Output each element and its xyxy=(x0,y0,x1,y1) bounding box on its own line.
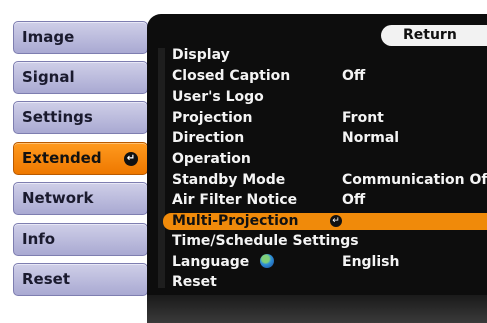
menu-item-multi-projection[interactable]: Multi-Projection xyxy=(163,213,487,230)
globe-icon xyxy=(260,254,274,268)
menu-item-label: Projection xyxy=(172,110,253,126)
menu-item-label: Language xyxy=(172,254,250,270)
menu-item-direction[interactable]: Direction xyxy=(163,130,487,147)
menu-item-label: Standby Mode xyxy=(172,172,286,188)
menu-item-label: Time/Schedule Settings xyxy=(172,233,359,249)
menu-item-label: Closed Caption xyxy=(172,68,291,84)
return-label: Return xyxy=(403,27,457,43)
menu-item-label: Air Filter Notice xyxy=(172,192,298,208)
menu-item-reset[interactable]: Reset xyxy=(163,274,487,291)
menu-item-label: Display xyxy=(172,47,230,63)
menu-item-value: Communication Off xyxy=(342,172,487,188)
return-button[interactable]: Return xyxy=(381,25,487,46)
tab-reset[interactable]: Reset xyxy=(13,263,148,296)
menu-item-value: Front xyxy=(342,110,384,126)
tab-info[interactable]: Info xyxy=(13,223,148,256)
tab-label: Extended xyxy=(22,149,102,167)
menu-item-users-logo[interactable]: User's Logo xyxy=(163,89,487,106)
tab-settings[interactable]: Settings xyxy=(13,101,148,134)
tab-label: Reset xyxy=(22,270,70,288)
menu-item-operation[interactable]: Operation xyxy=(163,151,487,168)
menu-item-value: Off xyxy=(342,192,366,208)
enter-icon: ↵ xyxy=(124,152,138,166)
tab-network[interactable]: Network xyxy=(13,182,148,215)
tab-label: Network xyxy=(22,189,94,207)
tab-label: Image xyxy=(22,28,75,46)
menu-item-value: Off xyxy=(342,68,366,84)
projector-menu-screen: Image Signal Settings Extended ↵ Network… xyxy=(0,0,487,323)
tab-label: Signal xyxy=(22,68,75,86)
menu-item-value: English xyxy=(342,254,400,270)
menu-item-label: Operation xyxy=(172,151,251,167)
menu-item-label: Reset xyxy=(172,274,217,290)
menu-item-time-schedule-settings[interactable]: Time/Schedule Settings xyxy=(163,233,487,250)
enter-icon: ↵ xyxy=(330,215,342,227)
panel-footer xyxy=(147,295,487,323)
menu-item-air-filter-notice[interactable]: Air Filter Notice xyxy=(163,192,487,209)
menu-item-label: User's Logo xyxy=(172,89,264,105)
menu-item-projection[interactable]: Projection xyxy=(163,110,487,127)
menu-item-label: Multi-Projection xyxy=(172,213,299,229)
menu-item-label: Direction xyxy=(172,130,245,146)
menu-item-display[interactable]: Display xyxy=(163,47,487,64)
tab-extended[interactable]: Extended ↵ xyxy=(13,142,148,175)
menu-item-closed-caption[interactable]: Closed Caption xyxy=(163,68,487,85)
menu-item-language[interactable]: Language xyxy=(163,254,487,271)
tab-label: Settings xyxy=(22,108,93,126)
tab-image[interactable]: Image xyxy=(13,21,148,54)
tab-label: Info xyxy=(22,230,56,248)
menu-item-value: Normal xyxy=(342,130,400,146)
tab-signal[interactable]: Signal xyxy=(13,61,148,94)
